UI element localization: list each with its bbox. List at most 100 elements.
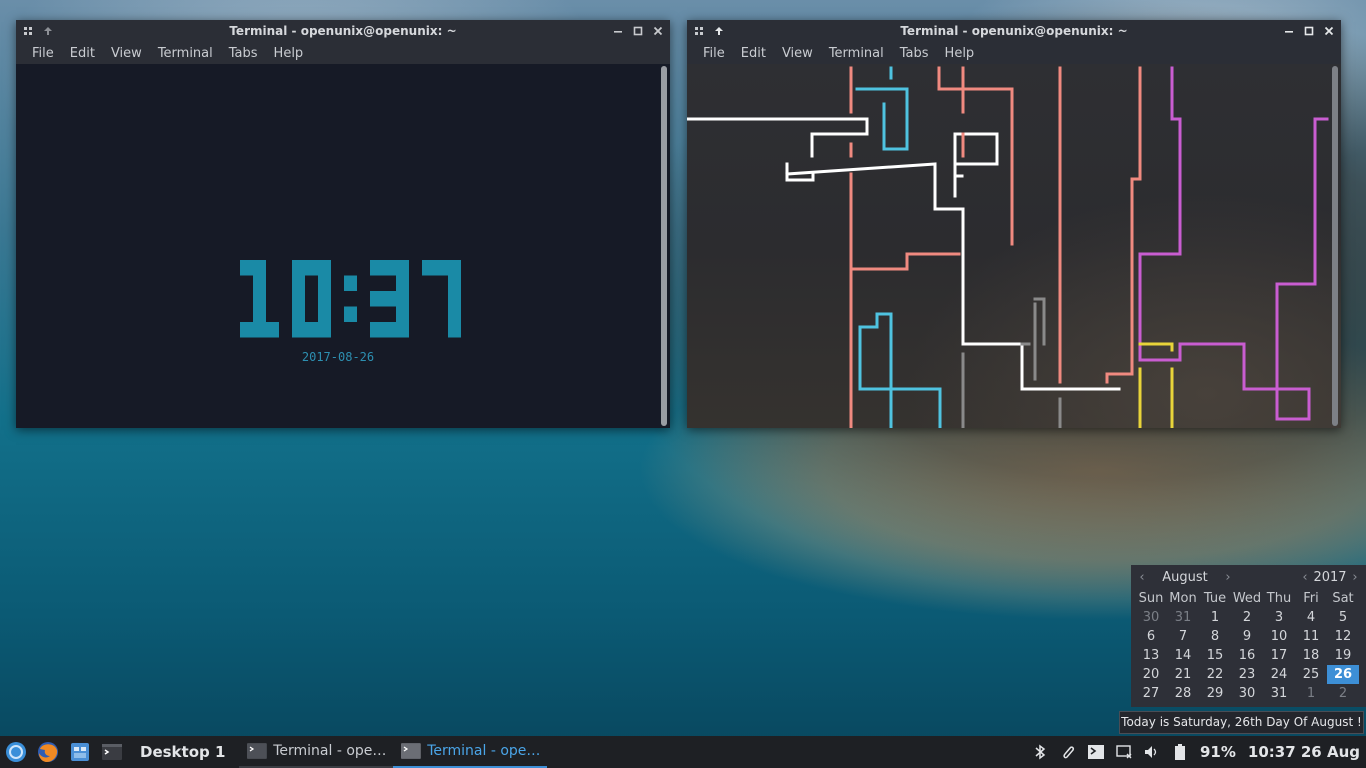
task-label: Terminal - ope… bbox=[273, 743, 386, 759]
weekday-label: Tue bbox=[1203, 591, 1227, 606]
terminal-window-left[interactable]: Terminal - openunix@openunix: ~ File Edi… bbox=[16, 20, 670, 428]
calendar-day[interactable]: 10 bbox=[1263, 627, 1295, 646]
terminal-window-right[interactable]: Terminal - openunix@openunix: ~ File Edi… bbox=[687, 20, 1341, 428]
menu-edit[interactable]: Edit bbox=[62, 46, 103, 61]
terminal-output[interactable] bbox=[687, 64, 1341, 428]
calendar-day[interactable]: 6 bbox=[1135, 627, 1167, 646]
calendar-day[interactable]: 7 bbox=[1167, 627, 1199, 646]
calendar-day[interactable]: 1 bbox=[1295, 684, 1327, 703]
maximize-icon[interactable] bbox=[632, 25, 644, 37]
prev-year-icon[interactable]: ‹ bbox=[1298, 570, 1312, 585]
close-icon[interactable] bbox=[1323, 25, 1335, 37]
clock-digit-block bbox=[318, 275, 331, 291]
scrollbar[interactable] bbox=[1332, 66, 1338, 426]
calendar-day[interactable]: 31 bbox=[1167, 608, 1199, 627]
calendar-day[interactable]: 31 bbox=[1263, 684, 1295, 703]
stick-up-icon[interactable] bbox=[42, 25, 54, 37]
desktop-switcher[interactable]: Desktop 1 bbox=[128, 743, 239, 761]
menu-edit[interactable]: Edit bbox=[733, 46, 774, 61]
calendar-day[interactable]: 15 bbox=[1199, 646, 1231, 665]
calendar-day[interactable]: 2 bbox=[1231, 608, 1263, 627]
calendar-day[interactable]: 26 bbox=[1327, 665, 1359, 684]
menu-terminal[interactable]: Terminal bbox=[821, 46, 892, 61]
task-terminal-1[interactable]: Terminal - ope… bbox=[239, 736, 394, 768]
calendar-day[interactable]: 14 bbox=[1167, 646, 1199, 665]
minimize-icon[interactable] bbox=[612, 25, 624, 37]
menu-tabs[interactable]: Tabs bbox=[221, 46, 266, 61]
app-menu-icon[interactable] bbox=[0, 736, 32, 768]
menu-file[interactable]: File bbox=[24, 46, 62, 61]
clock-digit-block bbox=[396, 260, 409, 276]
calendar-day[interactable]: 30 bbox=[1135, 608, 1167, 627]
clock-digit-block bbox=[435, 260, 448, 276]
pipe-salmon bbox=[937, 66, 1014, 246]
calendar-day[interactable]: 21 bbox=[1167, 665, 1199, 684]
calendar-day[interactable]: 19 bbox=[1327, 646, 1359, 665]
screen-icon[interactable] bbox=[1110, 745, 1138, 759]
next-year-icon[interactable]: › bbox=[1348, 570, 1362, 585]
task-terminal-2[interactable]: Terminal - ope… bbox=[393, 736, 548, 768]
calendar-day[interactable]: 5 bbox=[1327, 608, 1359, 627]
clock-digit-block bbox=[383, 260, 396, 276]
calendar-day[interactable]: 18 bbox=[1295, 646, 1327, 665]
battery-percent: 91% bbox=[1200, 743, 1236, 761]
calendar-day[interactable]: 28 bbox=[1167, 684, 1199, 703]
clock-digit-block bbox=[370, 260, 383, 276]
calendar-day[interactable]: 2 bbox=[1327, 684, 1359, 703]
calendar-day[interactable]: 4 bbox=[1295, 608, 1327, 627]
stick-up-icon[interactable] bbox=[713, 25, 725, 37]
firefox-icon[interactable] bbox=[32, 736, 64, 768]
terminal-icon[interactable] bbox=[1082, 745, 1110, 759]
calendar-day[interactable]: 23 bbox=[1231, 665, 1263, 684]
terminal-output[interactable]: 2017-08-26 bbox=[16, 64, 670, 428]
next-month-icon[interactable]: › bbox=[1221, 570, 1235, 585]
titlebar[interactable]: Terminal - openunix@openunix: ~ bbox=[16, 20, 670, 42]
taskbar-clock[interactable]: 10:37 26 Aug bbox=[1242, 743, 1366, 761]
pipes-animation bbox=[687, 66, 1329, 428]
bluetooth-icon[interactable] bbox=[1026, 744, 1054, 760]
clipboard-icon[interactable] bbox=[1054, 744, 1082, 760]
menu-terminal[interactable]: Terminal bbox=[150, 46, 221, 61]
window-menu-icon[interactable] bbox=[22, 25, 34, 37]
menu-view[interactable]: View bbox=[774, 46, 821, 61]
pipe-salmon bbox=[849, 252, 961, 271]
maximize-icon[interactable] bbox=[1303, 25, 1315, 37]
titlebar[interactable]: Terminal - openunix@openunix: ~ bbox=[687, 20, 1341, 42]
calendar-popup: ‹ August › ‹ 2017 › Sun Mon Tue Wed Thu Fri Sa… bbox=[1131, 565, 1366, 707]
calendar-day[interactable]: 22 bbox=[1199, 665, 1231, 684]
menu-file[interactable]: File bbox=[695, 46, 733, 61]
calendar-day[interactable]: 24 bbox=[1263, 665, 1295, 684]
pipe-white bbox=[953, 174, 964, 198]
clock-digit-block bbox=[292, 322, 305, 338]
file-manager-icon[interactable] bbox=[64, 736, 96, 768]
volume-icon[interactable] bbox=[1138, 745, 1166, 759]
calendar-day[interactable]: 8 bbox=[1199, 627, 1231, 646]
calendar-day[interactable]: 1 bbox=[1199, 608, 1231, 627]
menu-tabs[interactable]: Tabs bbox=[892, 46, 937, 61]
calendar-day[interactable]: 11 bbox=[1295, 627, 1327, 646]
calendar-day[interactable]: 29 bbox=[1199, 684, 1231, 703]
calendar-day[interactable]: 12 bbox=[1327, 627, 1359, 646]
calendar-day[interactable]: 17 bbox=[1263, 646, 1295, 665]
calendar-day[interactable]: 9 bbox=[1231, 627, 1263, 646]
window-menu-icon[interactable] bbox=[693, 25, 705, 37]
menu-help[interactable]: Help bbox=[937, 46, 983, 61]
scrollbar[interactable] bbox=[661, 66, 667, 426]
clock-digit-block bbox=[383, 291, 396, 307]
calendar-day[interactable]: 25 bbox=[1295, 665, 1327, 684]
pipe-cyan bbox=[858, 312, 942, 428]
menu-view[interactable]: View bbox=[103, 46, 150, 61]
close-icon[interactable] bbox=[652, 25, 664, 37]
minimize-icon[interactable] bbox=[1283, 25, 1295, 37]
calendar-day[interactable]: 13 bbox=[1135, 646, 1167, 665]
calendar-day[interactable]: 16 bbox=[1231, 646, 1263, 665]
menu-help[interactable]: Help bbox=[266, 46, 312, 61]
clock-digit-block bbox=[448, 322, 461, 338]
calendar-day[interactable]: 27 bbox=[1135, 684, 1167, 703]
calendar-day[interactable]: 3 bbox=[1263, 608, 1295, 627]
calendar-day[interactable]: 20 bbox=[1135, 665, 1167, 684]
battery-icon[interactable] bbox=[1166, 744, 1194, 760]
calendar-day[interactable]: 30 bbox=[1231, 684, 1263, 703]
prev-month-icon[interactable]: ‹ bbox=[1135, 570, 1149, 585]
terminal-launcher-icon[interactable] bbox=[96, 736, 128, 768]
